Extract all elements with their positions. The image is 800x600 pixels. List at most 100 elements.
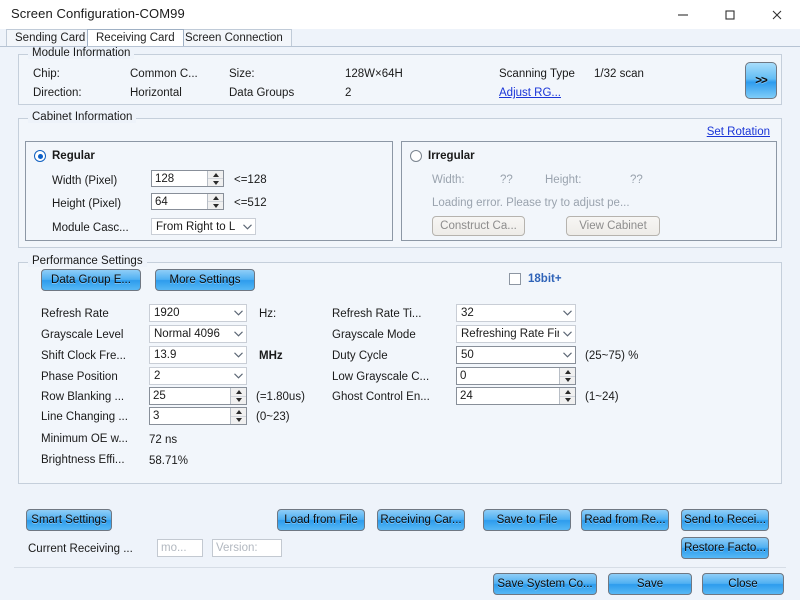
shift-clock-frequency-label: Shift Clock Fre... <box>41 350 126 362</box>
window-title: Screen Configuration-COM99 <box>11 6 185 21</box>
ghost-control-end-input[interactable]: 24 <box>456 387 576 405</box>
line-changing-input[interactable]: 3 <box>149 407 247 425</box>
ghost-control-end-unit: (1~24) <box>585 391 619 403</box>
spinner-down-icon[interactable] <box>208 179 223 186</box>
spinner-down-icon[interactable] <box>208 202 223 209</box>
18bit-plus-checkbox[interactable]: 18bit+ <box>509 273 562 285</box>
chip-label: Chip: <box>33 68 60 80</box>
receiving-card-model-field[interactable]: mo... <box>157 539 203 557</box>
shift-clock-frequency-select[interactable]: 13.9 <box>149 346 247 364</box>
tab-receiving-card[interactable]: Receiving Card <box>87 29 184 46</box>
cabinet-width-input[interactable]: 128 <box>151 170 224 187</box>
cabinet-width-spinner[interactable] <box>207 171 223 186</box>
refresh-rate-label: Refresh Rate <box>41 308 109 320</box>
adjust-rgb-link[interactable]: Adjust RG... <box>499 87 561 99</box>
chip-value: Common C... <box>130 68 198 80</box>
receiving-card-button[interactable]: Receiving Car... <box>377 509 465 531</box>
grayscale-level-select[interactable]: Normal 4096 <box>149 325 247 343</box>
refresh-rate-select[interactable]: 1920 <box>149 304 247 322</box>
line-changing-value: 3 <box>150 410 159 422</box>
scanning-type-value: 1/32 scan <box>594 68 644 80</box>
line-changing-spinner[interactable] <box>230 408 246 424</box>
cabinet-height-spinner[interactable] <box>207 194 223 209</box>
spinner-up-icon[interactable] <box>231 408 246 417</box>
direction-value: Horizontal <box>130 87 182 99</box>
shift-clock-frequency-value: 13.9 <box>150 349 230 361</box>
spinner-down-icon[interactable] <box>560 377 575 385</box>
row-blanking-value: 25 <box>150 390 166 402</box>
set-rotation-link[interactable]: Set Rotation <box>707 126 770 138</box>
close-button[interactable]: Close <box>702 573 784 595</box>
row-blanking-spinner[interactable] <box>230 388 246 404</box>
spinner-up-icon[interactable] <box>560 368 575 377</box>
tab-strip: Sending Card Receiving Card Screen Conne… <box>0 29 800 47</box>
save-button[interactable]: Save <box>608 573 692 595</box>
phase-position-select[interactable]: 2 <box>149 367 247 385</box>
tab-sending-card[interactable]: Sending Card <box>6 29 94 46</box>
refresh-rate-times-value: 32 <box>457 307 559 319</box>
spinner-up-icon[interactable] <box>208 194 223 202</box>
direction-label: Direction: <box>33 87 82 99</box>
maximize-icon[interactable] <box>706 0 753 29</box>
line-changing-unit: (0~23) <box>256 411 290 423</box>
irregular-panel: Irregular Width: ?? Height: ?? Loading e… <box>401 141 777 241</box>
row-blanking-label: Row Blanking ... <box>41 391 124 403</box>
tab-screen-connection[interactable]: Screen Connection <box>176 29 292 46</box>
duty-cycle-select[interactable]: 50 <box>456 346 576 364</box>
smart-settings-button[interactable]: Smart Settings <box>26 509 112 531</box>
low-grayscale-compensation-spinner[interactable] <box>559 368 575 384</box>
spinner-up-icon[interactable] <box>231 388 246 397</box>
regular-panel: Regular Width (Pixel) 128 <=128 Height (… <box>25 141 393 241</box>
footer-divider <box>14 567 786 568</box>
ghost-control-end-value: 24 <box>457 390 473 402</box>
ghost-control-end-spinner[interactable] <box>559 388 575 404</box>
more-settings-button[interactable]: More Settings <box>155 269 255 291</box>
low-grayscale-compensation-value: 0 <box>457 370 466 382</box>
refresh-rate-times-select[interactable]: 32 <box>456 304 576 322</box>
low-grayscale-compensation-input[interactable]: 0 <box>456 367 576 385</box>
row-blanking-input[interactable]: 25 <box>149 387 247 405</box>
chevron-down-icon <box>559 331 575 337</box>
data-group-exchange-button[interactable]: Data Group E... <box>41 269 141 291</box>
data-groups-label: Data Groups <box>229 87 294 99</box>
spinner-up-icon[interactable] <box>208 171 223 179</box>
irregular-radio[interactable]: Irregular <box>410 150 475 162</box>
current-receiving-card-label: Current Receiving ... <box>28 543 133 555</box>
cabinet-height-input[interactable]: 64 <box>151 193 224 210</box>
view-cabinet-button[interactable]: View Cabinet <box>566 216 660 236</box>
scanning-type-label: Scanning Type <box>499 68 575 80</box>
save-system-configuration-button[interactable]: Save System Co... <box>493 573 597 595</box>
brightness-efficiency-value: 58.71% <box>149 455 188 467</box>
module-cascade-select[interactable]: From Right to L <box>151 218 256 235</box>
spinner-down-icon[interactable] <box>231 397 246 405</box>
spinner-down-icon[interactable] <box>231 417 246 425</box>
irregular-width-label: Width: <box>432 174 465 186</box>
chevron-down-icon <box>559 352 575 358</box>
grayscale-mode-value: Refreshing Rate Fir <box>457 328 559 340</box>
cabinet-height-value: 64 <box>152 196 168 208</box>
regular-radio[interactable]: Regular <box>34 150 95 162</box>
load-from-file-button[interactable]: Load from File <box>277 509 365 531</box>
expand-panel-button[interactable]: >> <box>745 62 777 99</box>
spinner-down-icon[interactable] <box>560 397 575 405</box>
line-changing-label: Line Changing ... <box>41 411 128 423</box>
chevron-down-icon <box>559 310 575 316</box>
receiving-card-model-placeholder: mo... <box>158 542 187 554</box>
refresh-rate-times-label: Refresh Rate Ti... <box>332 308 421 320</box>
18bit-plus-label: 18bit+ <box>528 273 562 285</box>
receiving-card-version-field[interactable]: Version: <box>212 539 282 557</box>
duty-cycle-unit: (25~75) % <box>585 350 638 362</box>
construct-cabinet-button[interactable]: Construct Ca... <box>432 216 525 236</box>
send-to-receiver-button[interactable]: Send to Recei... <box>681 509 769 531</box>
spinner-up-icon[interactable] <box>560 388 575 397</box>
cabinet-width-label: Width (Pixel) <box>52 175 117 187</box>
save-to-file-button[interactable]: Save to File <box>483 509 571 531</box>
minimize-icon[interactable] <box>659 0 706 29</box>
phase-position-label: Phase Position <box>41 371 118 383</box>
checkbox-box <box>509 273 521 285</box>
restore-factory-button[interactable]: Restore Facto... <box>681 537 769 559</box>
grayscale-mode-select[interactable]: Refreshing Rate Fir <box>456 325 576 343</box>
read-from-receiver-button[interactable]: Read from Re... <box>581 509 669 531</box>
close-icon[interactable] <box>753 0 800 29</box>
data-groups-value: 2 <box>345 87 351 99</box>
